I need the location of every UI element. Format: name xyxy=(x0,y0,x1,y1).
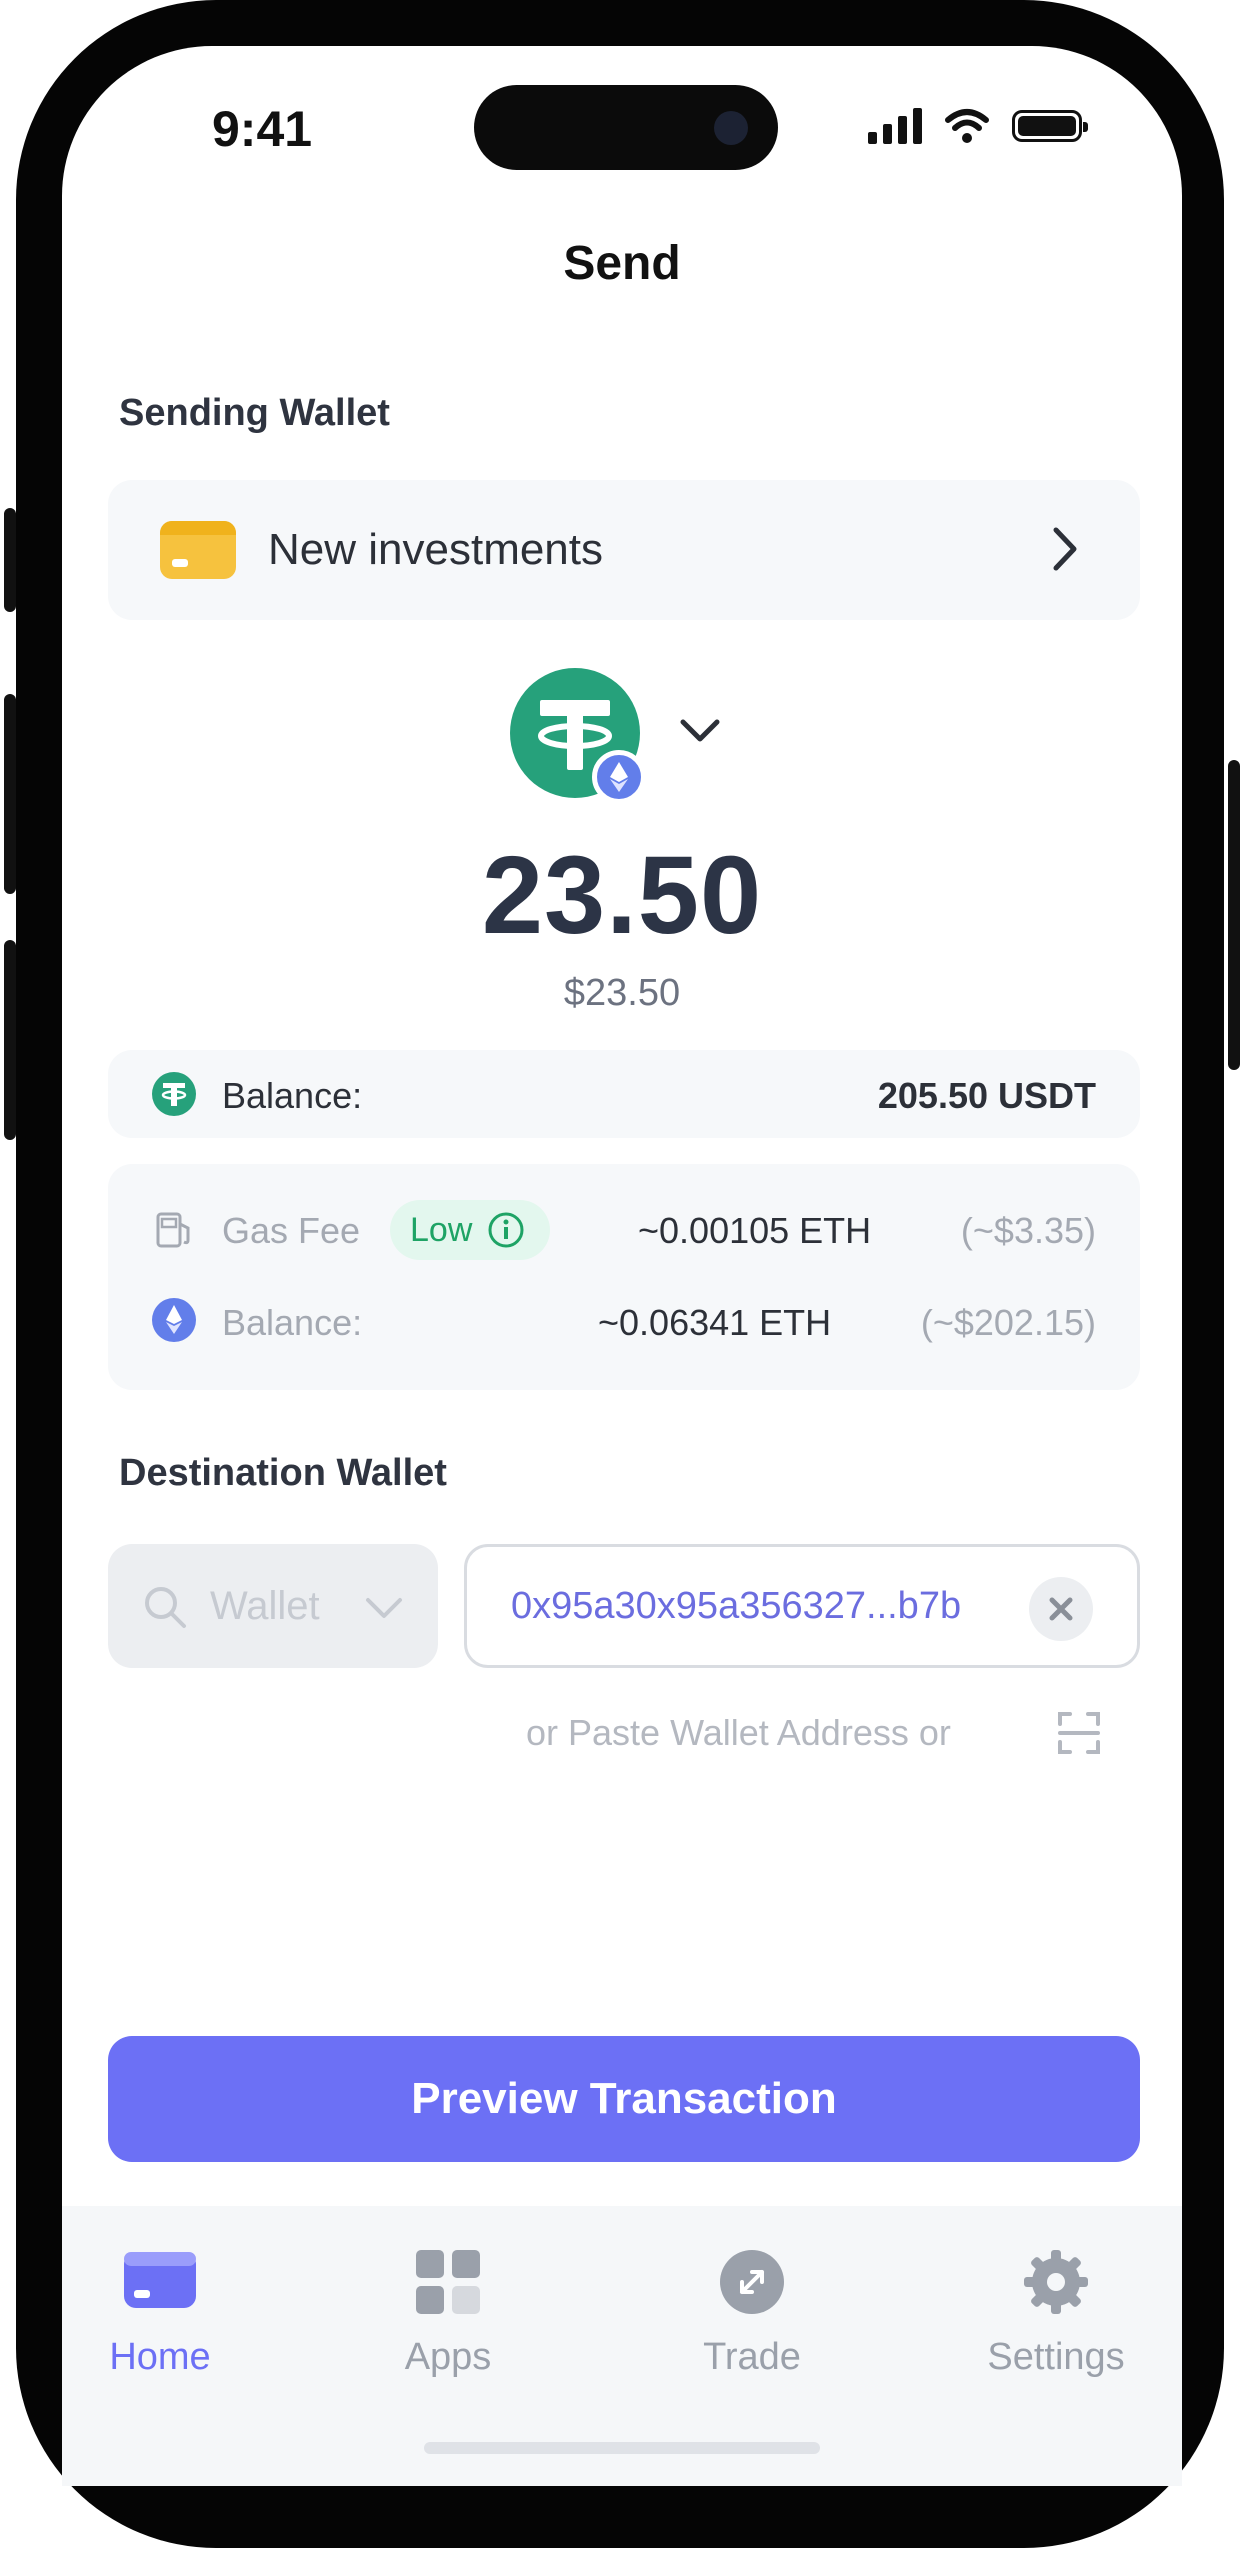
volume-down-button xyxy=(4,940,16,1140)
wifi-icon xyxy=(945,109,989,143)
token-selector[interactable] xyxy=(510,668,646,804)
wallet-name: New investments xyxy=(268,525,604,574)
eth-balance-usd: (~$202.15) xyxy=(920,1302,1096,1343)
search-icon xyxy=(145,1587,186,1628)
clear-address-button[interactable] xyxy=(1029,1577,1093,1641)
address-value: 0x95a30x95a356327...b7b xyxy=(511,1585,962,1627)
fuel-pump-icon xyxy=(156,1212,190,1248)
eth-balance-label: Balance: xyxy=(222,1302,363,1343)
preview-transaction-button[interactable]: Preview Transaction xyxy=(108,2036,1140,2162)
gas-fee-card: Gas Fee Low ~0.00105 ETH (~$3.35) Balanc… xyxy=(108,1164,1140,1390)
gas-level: Low xyxy=(410,1210,473,1249)
balance-label: Balance: xyxy=(222,1075,363,1116)
ethereum-icon xyxy=(152,1298,196,1342)
gas-fee-label: Gas Fee xyxy=(222,1210,361,1251)
balance-value: 205.50 USDT xyxy=(877,1075,1096,1116)
tab-label: Home xyxy=(109,2336,211,2378)
swap-icon xyxy=(720,2250,784,2314)
gear-icon xyxy=(1024,2250,1088,2314)
wallet-icon xyxy=(124,2252,196,2308)
apps-grid-icon xyxy=(416,2250,480,2314)
wallet-search-select[interactable]: Wallet xyxy=(108,1544,438,1668)
sending-wallet-selector[interactable]: New investments xyxy=(108,480,1140,620)
wallet-icon xyxy=(160,521,236,579)
gas-fee-eth: ~0.00105 ETH xyxy=(638,1210,872,1251)
eth-balance-value: ~0.06341 ETH xyxy=(598,1302,832,1343)
scan-qr-icon[interactable] xyxy=(1056,1710,1102,1756)
silent-switch xyxy=(4,508,16,612)
wallet-select-placeholder: Wallet xyxy=(210,1584,320,1628)
tether-icon xyxy=(152,1072,196,1116)
chevron-right-icon xyxy=(1053,527,1077,571)
sending-wallet-label: Sending Wallet xyxy=(119,392,390,434)
signal-icon xyxy=(868,108,922,144)
home-indicator xyxy=(424,2442,820,2454)
chevron-down-icon xyxy=(366,1598,402,1618)
token-balance-card: Balance: 205.50 USDT xyxy=(108,1050,1140,1138)
tab-label: Trade xyxy=(703,2336,801,2378)
info-icon xyxy=(488,1212,524,1248)
ethereum-icon xyxy=(592,750,646,804)
gas-fee-usd: (~$3.35) xyxy=(960,1210,1096,1251)
amount-fiat: $23.50 xyxy=(563,972,681,1014)
gas-level-badge[interactable]: Low xyxy=(390,1200,550,1260)
tab-label: Apps xyxy=(404,2336,492,2378)
status-time: 9:41 xyxy=(212,101,313,157)
amount-value[interactable]: 23.50 xyxy=(0,832,1244,959)
chevron-down-icon[interactable] xyxy=(678,716,722,746)
dynamic-island xyxy=(474,85,778,170)
status-icons xyxy=(868,108,1088,144)
address-input[interactable]: 0x95a30x95a356327...b7b xyxy=(464,1544,1140,1668)
paste-address-hint[interactable]: or Paste Wallet Address or xyxy=(526,1712,951,1754)
battery-icon xyxy=(1012,110,1088,142)
close-icon xyxy=(1049,1597,1073,1621)
tab-label: Settings xyxy=(987,2336,1125,2378)
page-title: Send xyxy=(563,237,681,290)
destination-wallet-label: Destination Wallet xyxy=(119,1452,447,1494)
camera-icon xyxy=(714,111,748,145)
